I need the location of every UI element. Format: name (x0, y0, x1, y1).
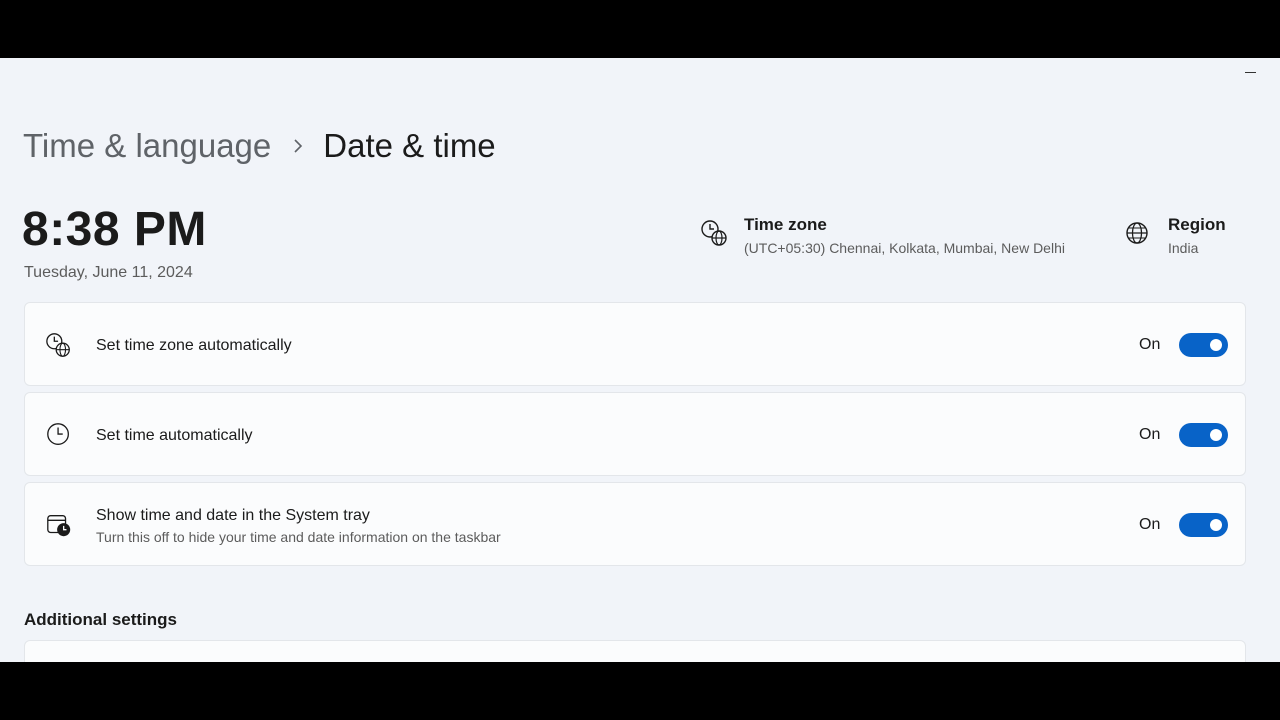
time-zone-icon (701, 220, 727, 246)
set-time-automatically-toggle[interactable] (1179, 423, 1228, 447)
setting-label: Set time zone automatically (96, 337, 292, 354)
additional-settings-heading: Additional settings (24, 610, 177, 629)
current-time: 8:38 PM (22, 203, 207, 256)
calendar-clock-icon (47, 515, 71, 537)
chevron-right-icon (293, 138, 303, 154)
time-zone-value: (UTC+05:30) Chennai, Kolkata, Mumbai, Ne… (744, 240, 1065, 256)
toggle-knob (1210, 519, 1222, 531)
minimize-icon (1244, 71, 1256, 73)
breadcrumb-time-and-language[interactable]: Time & language (23, 127, 271, 165)
toggle-state-label: On (1139, 516, 1161, 533)
show-time-in-system-tray-row[interactable]: Show time and date in the System tray Tu… (24, 482, 1246, 566)
show-time-in-system-tray-toggle[interactable] (1179, 513, 1228, 537)
setting-label: Show time and date in the System tray (96, 507, 370, 524)
toggle-state-label: On (1139, 426, 1161, 443)
breadcrumb: Time & language Date & time (23, 124, 496, 168)
region-title: Region (1168, 215, 1226, 234)
minimize-button[interactable] (1236, 62, 1264, 82)
set-time-automatically-row[interactable]: Set time automatically On (24, 392, 1246, 476)
setting-label: Set time automatically (96, 427, 253, 444)
toggle-knob (1210, 429, 1222, 441)
time-zone-info: Time zone (UTC+05:30) Chennai, Kolkata, … (700, 214, 1065, 260)
additional-settings-card[interactable] (24, 640, 1246, 662)
toggle-knob (1210, 339, 1222, 351)
region-value: India (1168, 240, 1199, 256)
set-time-zone-automatically-toggle[interactable] (1179, 333, 1228, 357)
time-zone-title: Time zone (744, 215, 827, 234)
current-date: Tuesday, June 11, 2024 (24, 264, 193, 281)
region-info: Region India (1124, 214, 1226, 260)
setting-description: Turn this off to hide your time and date… (96, 529, 501, 545)
clock-icon (47, 423, 69, 445)
globe-icon (1126, 222, 1148, 244)
page-title: Date & time (323, 127, 496, 164)
settings-window: Time & language Date & time 8:38 PM Tues… (0, 58, 1280, 662)
set-time-zone-automatically-row[interactable]: Set time zone automatically On (24, 302, 1246, 386)
time-zone-icon (46, 333, 70, 357)
toggle-state-label: On (1139, 336, 1161, 353)
